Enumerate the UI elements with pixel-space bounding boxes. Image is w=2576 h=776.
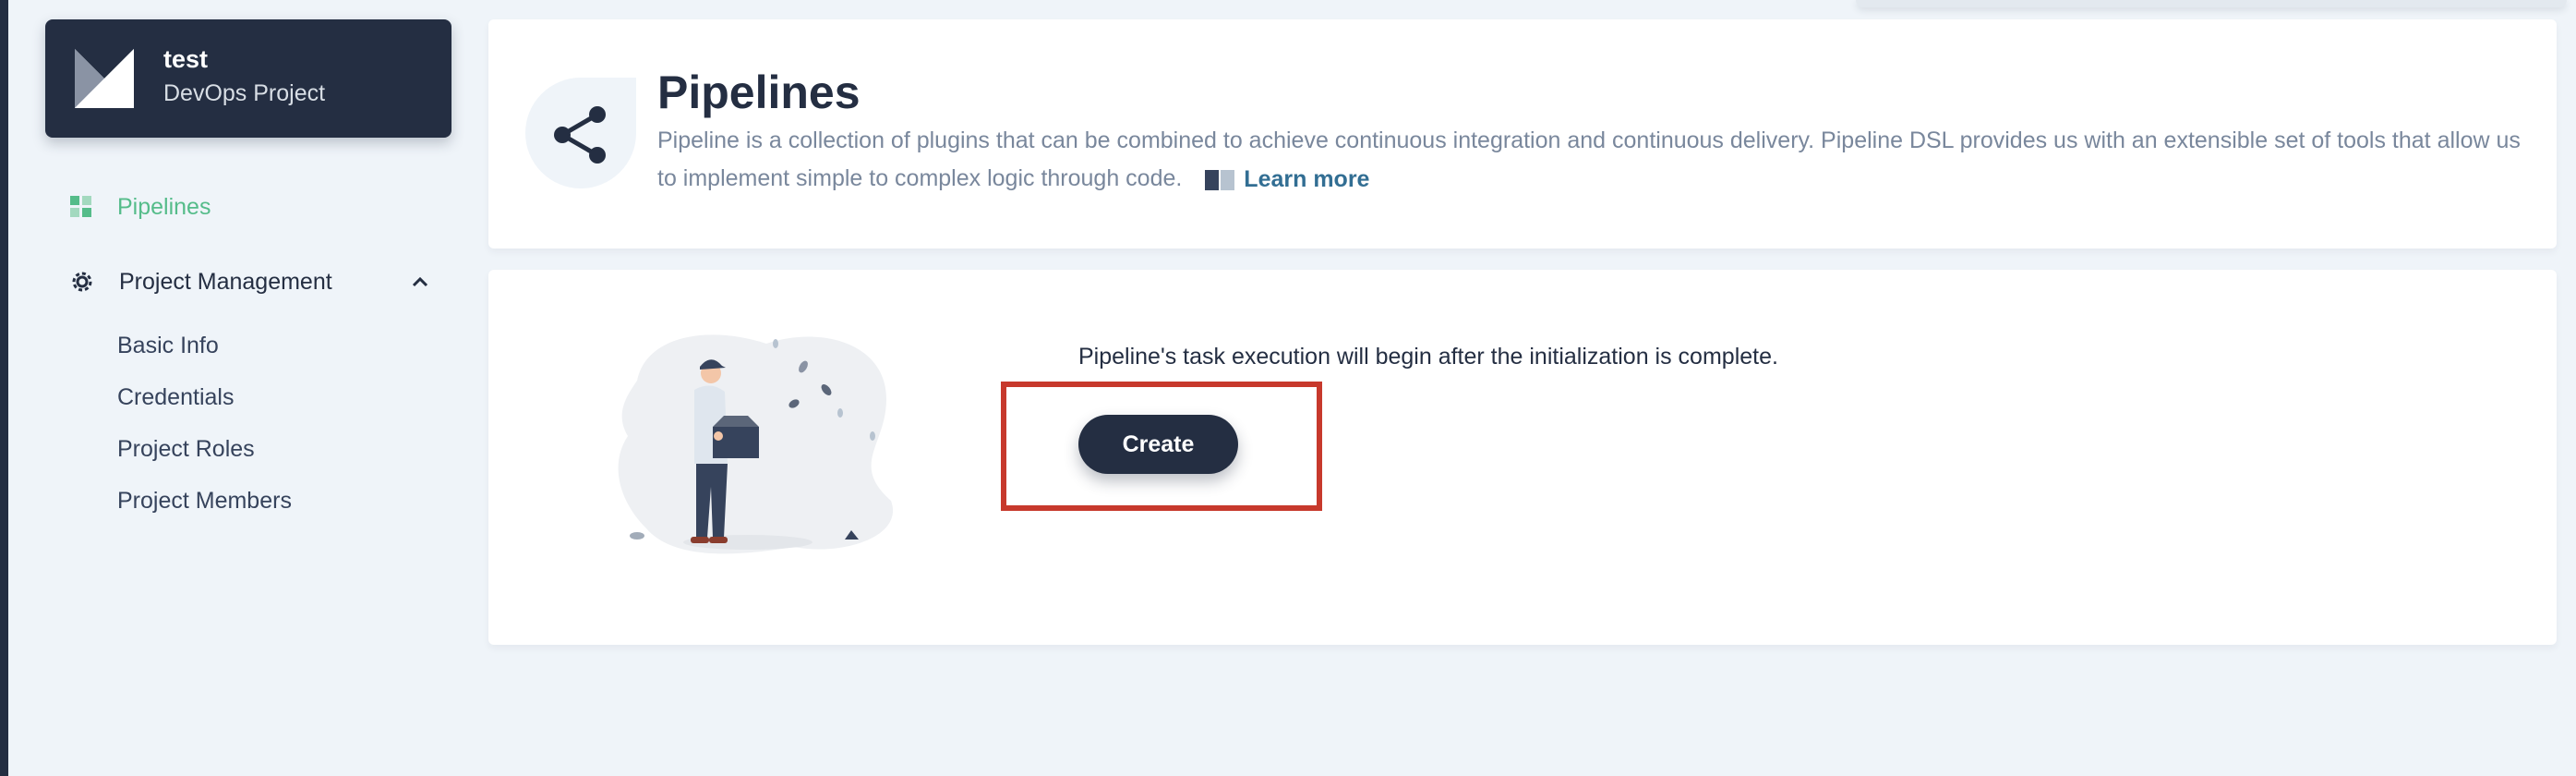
page-header-banner: Pipelines Pipeline is a collection of pl… xyxy=(488,19,2557,249)
left-edge-bar xyxy=(0,0,8,776)
pipeline-grid-icon xyxy=(70,196,91,217)
sidebar-subitem-credentials[interactable]: Credentials xyxy=(117,384,234,411)
sidebar-subitem-project-members[interactable]: Project Members xyxy=(117,488,292,515)
empty-state-panel: Pipeline's task execution will begin aft… xyxy=(488,270,2557,645)
top-popover-edge xyxy=(1856,0,2567,7)
learn-more-label: Learn more xyxy=(1244,165,1370,192)
book-icon xyxy=(1205,170,1235,191)
empty-state-message: Pipeline's task execution will begin aft… xyxy=(1078,344,1778,370)
share-nodes-icon xyxy=(525,78,636,188)
learn-more-link[interactable]: Learn more xyxy=(1205,161,1369,199)
page-title: Pipelines xyxy=(657,67,861,118)
sidebar-item-label: Project Management xyxy=(119,268,332,295)
page-description: Pipeline is a collection of plugins that… xyxy=(657,122,2522,199)
project-card[interactable]: test DevOps Project xyxy=(45,19,451,138)
sidebar-subitem-basic-info[interactable]: Basic Info xyxy=(117,333,219,359)
gear-icon xyxy=(72,272,92,292)
page-description-text: Pipeline is a collection of plugins that… xyxy=(657,127,2521,191)
sidebar-item-project-management[interactable]: Project Management xyxy=(70,264,430,299)
create-pipeline-button[interactable]: Create xyxy=(1078,415,1238,474)
project-name: test xyxy=(163,45,209,73)
person-holding-box-illustration xyxy=(618,334,894,554)
project-logo-icon xyxy=(75,49,134,108)
sidebar-item-label: Pipelines xyxy=(117,193,211,220)
chevron-up-icon[interactable] xyxy=(410,272,430,292)
sidebar-item-pipelines[interactable]: Pipelines xyxy=(70,190,211,224)
sidebar-subitem-project-roles[interactable]: Project Roles xyxy=(117,436,255,463)
project-type: DevOps Project xyxy=(163,80,326,106)
